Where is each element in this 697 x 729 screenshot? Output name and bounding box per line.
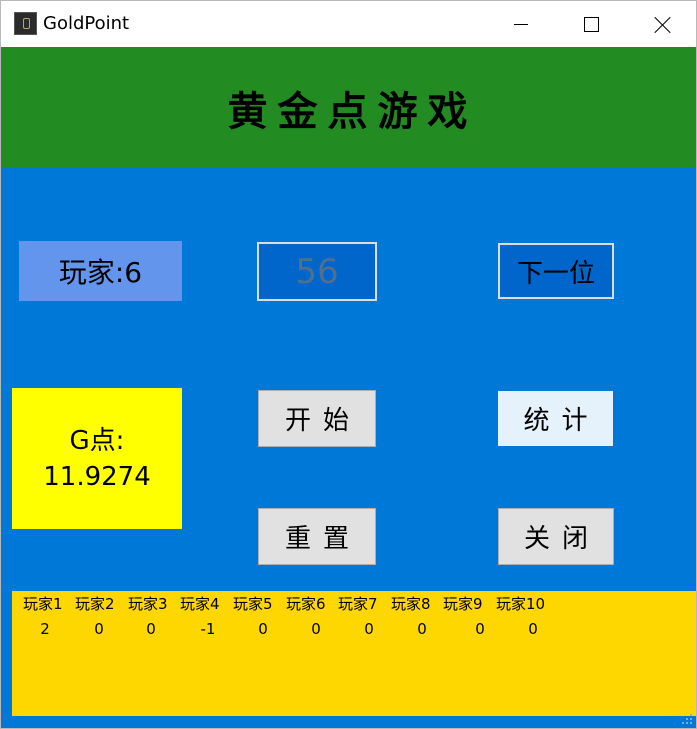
- player-name: 玩家2: [75, 595, 115, 613]
- player-name: 玩家9: [443, 595, 483, 613]
- player-name: 玩家6: [286, 595, 326, 613]
- title-bar[interactable]: GoldPoint: [1, 1, 696, 47]
- maximize-button[interactable]: [562, 1, 620, 47]
- player-score: 0: [417, 620, 427, 638]
- gpoint-value: 11.9274: [43, 461, 151, 492]
- exit-button[interactable]: 关闭: [498, 508, 614, 565]
- close-icon: [654, 16, 671, 33]
- maximize-icon: [583, 16, 599, 32]
- app-window: GoldPoint 黄金点游戏 玩家:6 下一位 G点: 11.9274 开始 …: [0, 0, 697, 729]
- close-button[interactable]: [633, 1, 691, 47]
- stats-button[interactable]: 统计: [498, 391, 613, 446]
- player-name: 玩家7: [338, 595, 378, 613]
- game-title: 黄金点游戏: [227, 88, 478, 135]
- next-player-button[interactable]: 下一位: [498, 243, 614, 299]
- current-player-label: 玩家:6: [19, 241, 182, 301]
- resize-grip-icon[interactable]: [682, 714, 694, 726]
- player-score: 0: [528, 620, 538, 638]
- player-name: 玩家3: [128, 595, 168, 613]
- player-name: 玩家4: [180, 595, 220, 613]
- gpoint-panel: G点: 11.9274: [12, 388, 182, 529]
- player-score: 0: [475, 620, 485, 638]
- start-button[interactable]: 开始: [258, 390, 376, 447]
- header-banner: 黄金点游戏: [1, 47, 696, 168]
- minimize-icon: [514, 23, 528, 25]
- minimize-button[interactable]: [492, 1, 550, 47]
- player-name: 玩家5: [233, 595, 273, 613]
- player-score: 0: [258, 620, 268, 638]
- player-score: 0: [311, 620, 321, 638]
- number-input[interactable]: [257, 242, 377, 301]
- reset-button[interactable]: 重置: [258, 508, 376, 565]
- gpoint-label: G点:: [69, 425, 125, 456]
- player-score: 0: [364, 620, 374, 638]
- player-name: 玩家10: [496, 595, 546, 613]
- player-name: 玩家8: [391, 595, 431, 613]
- player-score: 0: [94, 620, 104, 638]
- score-panel: 玩家1 2 玩家2 0 玩家3 0 玩家4 -1 玩家5 0 玩家6 0 玩家7…: [12, 591, 696, 716]
- player-name: 玩家1: [23, 595, 63, 613]
- window-title: GoldPoint: [43, 13, 130, 34]
- player-score: -1: [200, 620, 216, 638]
- player-score: 0: [146, 620, 156, 638]
- app-icon: [14, 12, 37, 35]
- player-score: 2: [40, 620, 50, 638]
